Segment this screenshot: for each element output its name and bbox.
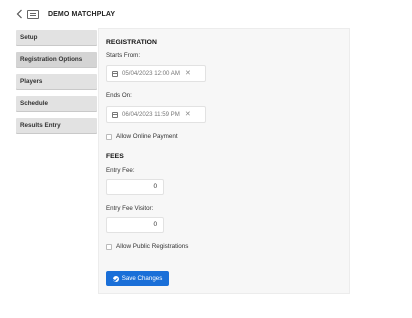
sidebar-item-results-entry[interactable]: Results Entry bbox=[16, 118, 97, 133]
page-title: DEMO MATCHPLAY bbox=[48, 10, 116, 18]
save-changes-label: Save Changes bbox=[121, 275, 163, 282]
ends-on-value: 06/04/2023 11:59 PM bbox=[122, 111, 180, 118]
allow-online-payment-checkbox[interactable] bbox=[106, 133, 112, 140]
allow-public-registrations-label: Allow Public Registrations bbox=[116, 243, 189, 250]
entry-fee-visitor-label: Entry Fee Visitor: bbox=[106, 205, 154, 212]
calendar-icon bbox=[112, 70, 118, 77]
allow-public-registrations-row: Allow Public Registrations bbox=[106, 243, 188, 250]
fees-section-title: FEES bbox=[106, 153, 124, 160]
allow-public-registrations-checkbox[interactable] bbox=[106, 243, 112, 250]
sidebar-item-registration-options[interactable]: Registration Options bbox=[16, 52, 97, 67]
entry-fee-visitor-input[interactable]: 0 bbox=[106, 217, 164, 233]
ends-on-label: Ends On: bbox=[106, 92, 132, 99]
close-icon[interactable]: ✕ bbox=[185, 111, 191, 118]
entry-fee-label: Entry Fee: bbox=[106, 167, 135, 174]
chevron-left-icon[interactable] bbox=[16, 9, 24, 19]
save-changes-button[interactable]: Save Changes bbox=[106, 271, 169, 286]
sidebar-item-players[interactable]: Players bbox=[16, 74, 97, 89]
starts-from-field[interactable]: 05/04/2023 12:00 AM ✕ bbox=[106, 65, 206, 82]
app-header: DEMO MATCHPLAY bbox=[16, 7, 115, 21]
ends-on-field[interactable]: 06/04/2023 11:59 PM ✕ bbox=[106, 106, 206, 123]
registration-section-title: REGISTRATION bbox=[106, 39, 157, 46]
sidebar-item-setup[interactable]: Setup bbox=[16, 30, 97, 45]
calendar-icon bbox=[112, 111, 118, 118]
entry-fee-input[interactable]: 0 bbox=[106, 179, 164, 195]
document-icon bbox=[27, 9, 39, 19]
starts-from-label: Starts From: bbox=[106, 52, 141, 59]
sidebar-item-schedule[interactable]: Schedule bbox=[16, 96, 97, 111]
registration-options-panel: REGISTRATION Starts From: 05/04/2023 12:… bbox=[98, 28, 350, 294]
check-circle-icon bbox=[112, 275, 119, 282]
starts-from-value: 05/04/2023 12:00 AM bbox=[122, 70, 180, 77]
sidebar: Setup Registration Options Players Sched… bbox=[16, 30, 97, 140]
allow-online-payment-label: Allow Online Payment bbox=[116, 133, 178, 140]
allow-online-payment-row: Allow Online Payment bbox=[106, 133, 178, 140]
close-icon[interactable]: ✕ bbox=[185, 70, 191, 77]
